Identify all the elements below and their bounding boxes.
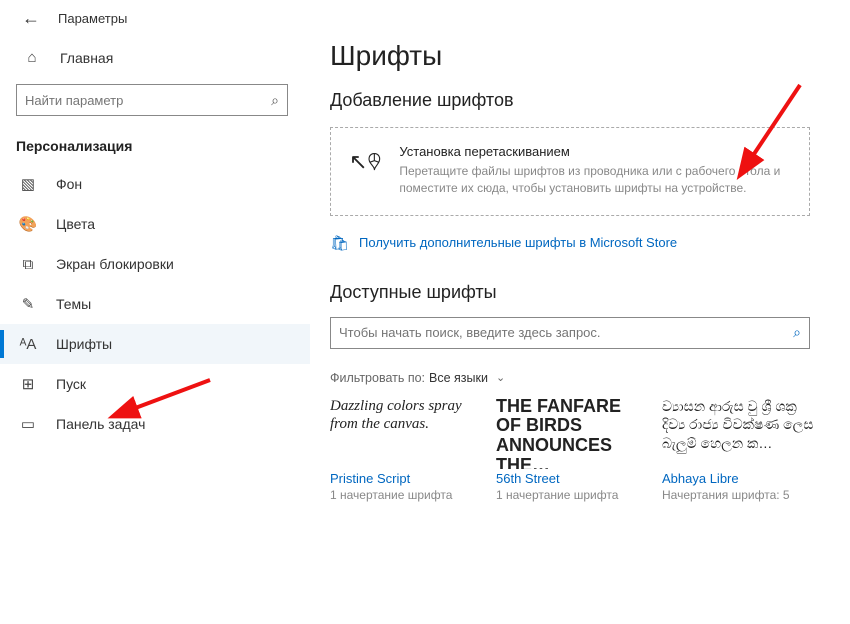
drop-zone-title: Установка перетаскиванием: [399, 144, 791, 159]
font-grid: Dazzling colors spray from the canvas. Pr…: [330, 395, 840, 502]
sidebar-item-taskbar[interactable]: ▭ Панель задач: [0, 404, 310, 444]
colors-icon: 🎨: [16, 215, 40, 233]
store-link[interactable]: 🛍 Получить дополнительные шрифты в Micro…: [330, 234, 840, 252]
start-icon: ⊞: [16, 375, 40, 393]
home-nav[interactable]: ⌂ Главная: [0, 29, 310, 78]
font-search[interactable]: ⌕: [330, 317, 810, 349]
drag-icon: ↖𖠕: [349, 146, 381, 176]
sidebar-item-colors[interactable]: 🎨 Цвета: [0, 204, 310, 244]
themes-icon: ✎: [16, 295, 40, 313]
font-preview: THE FANFARE OF BIRDS ANNOUNCES THE…: [496, 395, 650, 469]
font-search-input[interactable]: [339, 325, 793, 340]
font-card[interactable]: ව්‍යාසන ආරුස වු ශ්‍රී ශක්‍ර දිව්‍ය රාජ්‍…: [662, 395, 816, 502]
title-bar: ← Параметры: [0, 0, 310, 29]
sidebar-item-label: Пуск: [56, 376, 86, 392]
back-button[interactable]: ←: [22, 8, 40, 29]
available-fonts-heading: Доступные шрифты: [330, 282, 840, 303]
search-icon: ⌕: [793, 324, 801, 341]
window-title: Параметры: [58, 11, 127, 26]
main-content: Шрифты Добавление шрифтов ↖𖠕 Установка п…: [330, 0, 840, 624]
font-card[interactable]: Dazzling colors spray from the canvas. Pr…: [330, 395, 484, 502]
store-link-label: Получить дополнительные шрифты в Microso…: [359, 235, 677, 250]
home-icon: ⌂: [22, 49, 42, 66]
font-name: 56th Street: [496, 471, 650, 486]
font-name: Pristine Script: [330, 471, 484, 486]
font-faces: 1 начертание шрифта: [496, 488, 650, 502]
nav-list: ▧ Фон 🎨 Цвета ⧉ Экран блокировки ✎ Темы ᴬA Шрифты…: [0, 164, 310, 444]
fonts-icon: ᴬA: [16, 336, 40, 353]
sidebar-item-background[interactable]: ▧ Фон: [0, 164, 310, 204]
add-fonts-heading: Добавление шрифтов: [330, 90, 840, 111]
font-faces: Начертания шрифта: 5: [662, 488, 816, 502]
sidebar-item-start[interactable]: ⊞ Пуск: [0, 364, 310, 404]
sidebar-item-label: Темы: [56, 296, 91, 312]
font-preview: ව්‍යාසන ආරුස වු ශ්‍රී ශක්‍ර දිව්‍ය රාජ්‍…: [662, 395, 816, 469]
chevron-down-icon: ⌄: [496, 371, 505, 384]
filter-value: Все языки: [429, 371, 488, 385]
sidebar-item-themes[interactable]: ✎ Темы: [0, 284, 310, 324]
search-input[interactable]: [25, 93, 271, 108]
font-card[interactable]: THE FANFARE OF BIRDS ANNOUNCES THE… 56th …: [496, 395, 650, 502]
sidebar-item-label: Экран блокировки: [56, 256, 174, 272]
page-title: Шрифты: [330, 40, 840, 72]
drop-zone-text: Установка перетаскиванием Перетащите фай…: [399, 144, 791, 197]
font-drop-zone[interactable]: ↖𖠕 Установка перетаскиванием Перетащите …: [330, 127, 810, 216]
sidebar-item-label: Шрифты: [56, 336, 112, 352]
section-header: Персонализация: [16, 138, 310, 154]
font-name: Abhaya Libre: [662, 471, 816, 486]
search-icon: ⌕: [271, 92, 279, 109]
sidebar: ← Параметры ⌂ Главная ⌕ Персонализация ▧…: [0, 0, 310, 624]
filter-dropdown[interactable]: Фильтровать по: Все языки ⌄: [330, 371, 840, 385]
store-icon: 🛍: [330, 234, 349, 252]
filter-label: Фильтровать по:: [330, 371, 425, 385]
settings-search[interactable]: ⌕: [16, 84, 288, 116]
sidebar-item-fonts[interactable]: ᴬA Шрифты: [0, 324, 310, 364]
sidebar-item-label: Фон: [56, 176, 82, 192]
sidebar-item-label: Цвета: [56, 216, 95, 232]
font-faces: 1 начертание шрифта: [330, 488, 484, 502]
drop-zone-desc: Перетащите файлы шрифтов из проводника и…: [399, 163, 791, 197]
sidebar-item-label: Панель задач: [56, 416, 145, 432]
lockscreen-icon: ⧉: [16, 256, 40, 273]
font-preview: Dazzling colors spray from the canvas.: [330, 395, 484, 469]
home-label: Главная: [60, 50, 113, 66]
sidebar-item-lockscreen[interactable]: ⧉ Экран блокировки: [0, 244, 310, 284]
taskbar-icon: ▭: [16, 415, 40, 433]
background-icon: ▧: [16, 175, 40, 193]
